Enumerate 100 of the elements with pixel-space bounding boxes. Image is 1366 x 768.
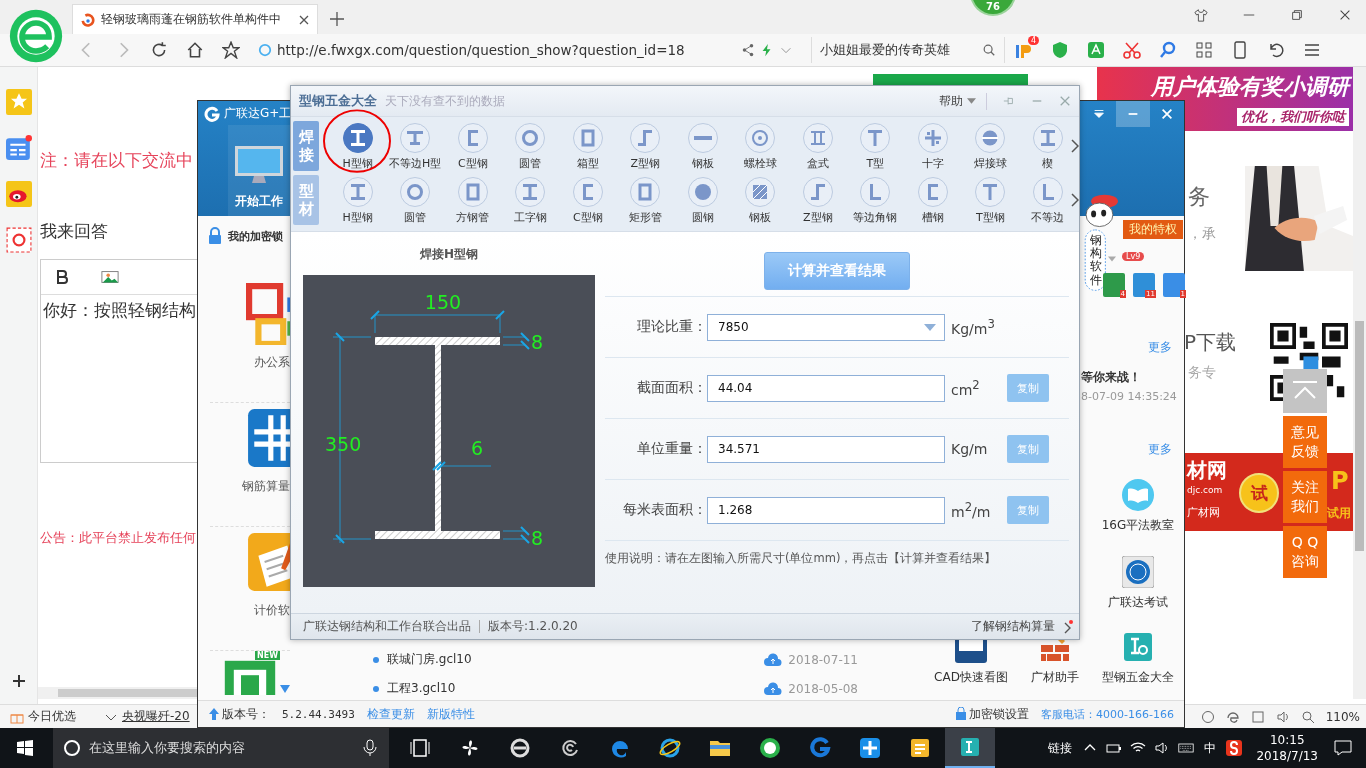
shape-item[interactable]: 不等边H型 xyxy=(386,121,444,171)
shape-item[interactable]: 焊接球 xyxy=(961,121,1019,171)
scrollbar[interactable] xyxy=(38,687,197,699)
file-name[interactable]: 联城门房.gcl10 xyxy=(373,651,472,668)
lock-settings-link[interactable]: 加密锁设置 xyxy=(955,705,1030,723)
shape-item[interactable]: 钢板 xyxy=(674,121,732,171)
clock[interactable]: 10:15 2018/7/13 xyxy=(1256,732,1318,764)
shape-item[interactable]: 方钢管 xyxy=(444,175,502,225)
shape-item[interactable]: T型 xyxy=(846,121,904,171)
result-field[interactable]: 34.571 xyxy=(707,435,945,463)
shape-item[interactable]: 矩形管 xyxy=(616,175,674,225)
dimension-label[interactable]: 350 xyxy=(325,433,362,455)
dimension-label[interactable]: 8 xyxy=(531,331,544,353)
sogou-icon[interactable] xyxy=(1226,740,1243,756)
shape-item[interactable]: 工字钢 xyxy=(501,175,559,225)
close-icon[interactable] xyxy=(299,14,309,25)
chevron-right-icon[interactable] xyxy=(1071,193,1079,207)
microphone-icon[interactable] xyxy=(361,739,379,757)
learn-more-link[interactable]: 了解钢结构算量 xyxy=(971,618,1055,635)
shape-item[interactable]: T型钢 xyxy=(961,175,1019,225)
shape-item[interactable]: 圆管 xyxy=(501,121,559,171)
scrollbar[interactable] xyxy=(1353,67,1366,699)
shield-icon[interactable] xyxy=(1051,41,1069,59)
shape-item[interactable]: 等边角钢 xyxy=(846,175,904,225)
help-menu[interactable]: 帮助 xyxy=(939,92,987,110)
notification-icon[interactable] xyxy=(1334,740,1352,756)
chevron-right-icon[interactable] xyxy=(1071,139,1079,153)
new-tab-icon[interactable] xyxy=(330,12,344,26)
menu-icon[interactable] xyxy=(1303,41,1321,59)
close-icon[interactable] xyxy=(1338,8,1352,22)
tool-item[interactable]: 型钢五金大全 xyxy=(1093,631,1183,686)
search-icon[interactable] xyxy=(982,43,996,57)
browser-tab[interactable]: 轻钢玻璃雨蓬在钢筋软件单构件中 xyxy=(72,4,318,34)
browser-icon xyxy=(508,736,532,760)
search-icon[interactable] xyxy=(1159,41,1177,59)
cloud-upload-icon[interactable] xyxy=(764,681,783,696)
square-tube-icon xyxy=(571,121,604,154)
shape-item[interactable]: 钢板 xyxy=(731,175,789,225)
undo-icon[interactable] xyxy=(1267,41,1285,59)
edge-icon[interactable] xyxy=(1225,709,1240,724)
shape-item[interactable]: 楔 xyxy=(1019,121,1065,171)
shape-item[interactable]: 槽钢 xyxy=(904,175,962,225)
address-field[interactable]: http://e.fwxgx.com/question/question_show?question_id=18 xyxy=(258,37,793,63)
search-field[interactable]: 小姐姐最爱的传奇英雄 xyxy=(811,37,1005,63)
keyboard-icon[interactable] xyxy=(1178,740,1195,756)
lock-item[interactable]: 我的加密锁 xyxy=(208,227,283,245)
reload-icon[interactable] xyxy=(150,41,168,59)
skin-icon[interactable] xyxy=(1194,8,1208,22)
ad-badge: 试 xyxy=(1239,473,1279,513)
apps-grid-icon[interactable] xyxy=(1195,41,1213,59)
search-field[interactable]: 在这里输入你要搜索的内容 xyxy=(53,728,389,768)
caret-icon[interactable] xyxy=(280,685,290,693)
star-icon[interactable] xyxy=(222,41,240,59)
weibo-icon[interactable] xyxy=(5,181,32,207)
zoom-level[interactable]: 110% xyxy=(1325,709,1360,724)
home-icon[interactable] xyxy=(186,41,204,59)
input-method[interactable]: 中 xyxy=(1204,739,1217,757)
shape-item[interactable]: 盒式 xyxy=(789,121,847,171)
mascot-text: 钢构软件 xyxy=(1090,234,1102,287)
share-icon[interactable] xyxy=(741,43,755,57)
shape-item[interactable]: 圆钢 xyxy=(674,175,732,225)
tool-item[interactable]: 16G平法教室 xyxy=(1093,479,1183,534)
news-icon[interactable] xyxy=(5,135,32,161)
translate-icon[interactable] xyxy=(1087,41,1105,59)
section-diagram[interactable]: 150 8 350 6 8 xyxy=(303,275,595,587)
phone-icon[interactable] xyxy=(1231,41,1249,59)
image-icon[interactable] xyxy=(101,270,119,284)
result-field[interactable]: 1.268 xyxy=(707,496,945,524)
shape-item[interactable]: C型钢 xyxy=(559,175,617,225)
dimension-label[interactable]: 150 xyxy=(424,291,462,313)
result-field[interactable]: 44.04 xyxy=(707,374,945,402)
start-icon[interactable] xyxy=(17,740,33,756)
tool-item[interactable]: 广联达考试 xyxy=(1093,556,1183,611)
links-toolbar[interactable]: 链接 xyxy=(1048,739,1073,757)
mail-icon[interactable] xyxy=(5,227,32,253)
dimension-label[interactable]: 6 xyxy=(471,437,484,459)
privilege-tag[interactable]: 我的特权 xyxy=(1123,220,1183,239)
restore-icon[interactable] xyxy=(1290,8,1304,22)
status-item[interactable]: 今日优选 xyxy=(10,708,76,725)
shape-item[interactable]: 螺栓球 xyxy=(731,121,789,171)
chevron-right-icon[interactable] xyxy=(1063,619,1073,634)
file-name[interactable]: 工程3.gcl10 xyxy=(373,680,456,697)
shape-item[interactable]: C型钢 xyxy=(444,121,502,171)
shape-item[interactable]: 十字 xyxy=(904,121,962,171)
shape-item[interactable]: H型钢 xyxy=(329,175,387,225)
scissors-icon[interactable] xyxy=(1123,41,1141,59)
status-item[interactable]: 央视曝歼-20 xyxy=(104,708,190,725)
shape-item[interactable]: 箱型 xyxy=(559,121,617,171)
density-dropdown[interactable]: 7850 xyxy=(707,313,945,341)
shape-item[interactable]: 不等边 xyxy=(1019,175,1065,225)
add-icon[interactable] xyxy=(11,674,26,688)
shape-item[interactable]: Z型钢 xyxy=(789,175,847,225)
shape-item[interactable]: 圆管 xyxy=(386,175,444,225)
globe-icon[interactable] xyxy=(1200,709,1215,724)
news-title[interactable]: 等你来战！ xyxy=(1081,369,1141,386)
start-work-tab[interactable]: 开始工作 xyxy=(228,125,290,216)
zoom-icon[interactable] xyxy=(1300,709,1315,724)
shape-item[interactable]: Z型钢 xyxy=(616,121,674,171)
cloud-upload-icon[interactable] xyxy=(764,652,783,667)
dimension-label[interactable]: 8 xyxy=(531,527,544,549)
